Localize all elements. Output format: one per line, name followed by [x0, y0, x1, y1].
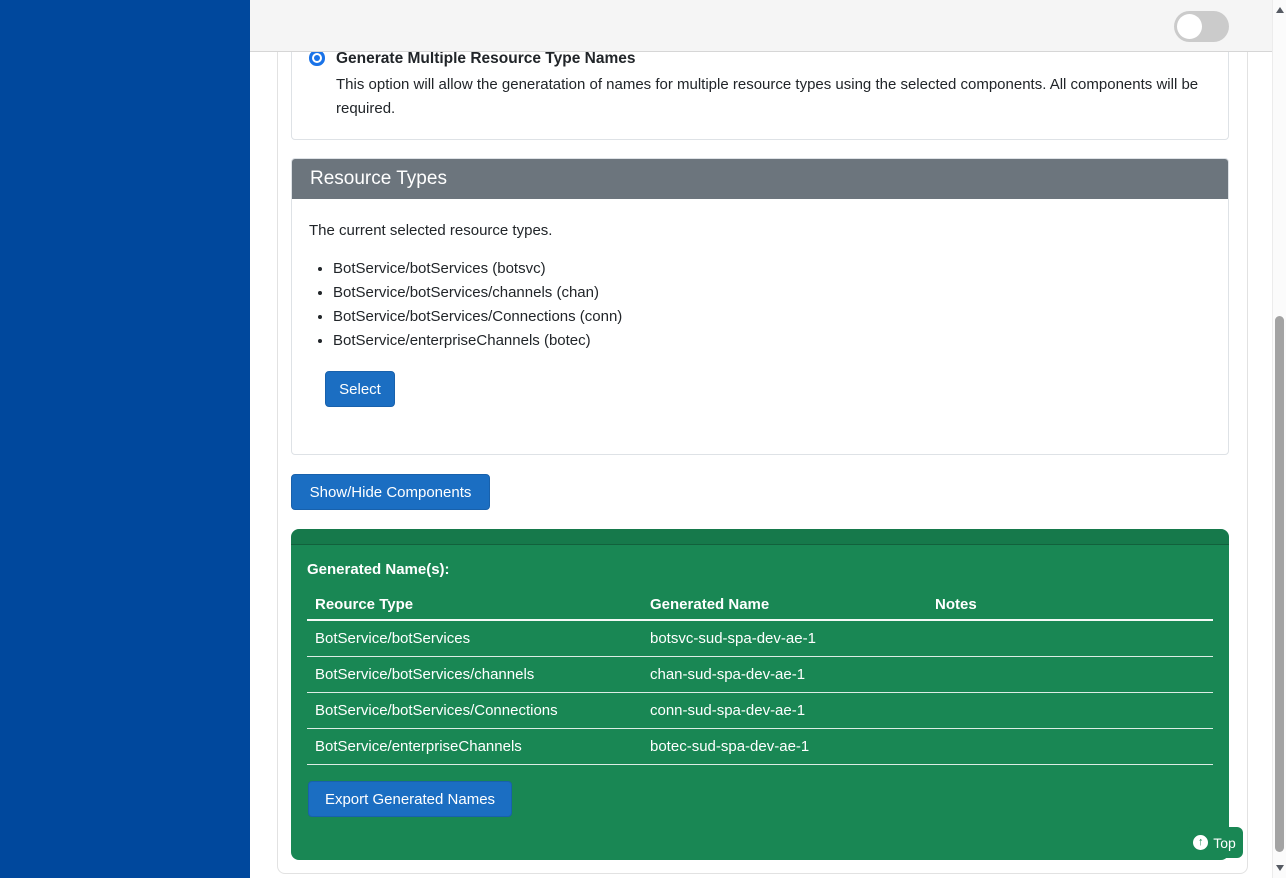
table-row: BotService/botServices botsvc-sud-spa-de… — [307, 620, 1213, 657]
select-resource-types-button[interactable]: Select — [325, 371, 395, 407]
vertical-scrollbar[interactable] — [1272, 0, 1286, 878]
cell-notes — [927, 693, 1213, 729]
multiple-resource-description: This option will allow the generatation … — [336, 73, 1208, 121]
cell-generated-name: chan-sud-spa-dev-ae-1 — [642, 657, 927, 693]
cell-notes — [927, 729, 1213, 765]
table-row: BotService/botServices/channels chan-sud… — [307, 657, 1213, 693]
list-item: BotService/enterpriseChannels (botec) — [333, 329, 1211, 353]
main-content: Generate Multiple Resource Type Names Th… — [250, 0, 1272, 878]
cell-generated-name: botsvc-sud-spa-dev-ae-1 — [642, 620, 927, 657]
toggle-knob-icon — [1177, 14, 1202, 39]
page-container-card: Generate Multiple Resource Type Names Th… — [277, 0, 1248, 874]
scrollbar-thumb[interactable] — [1275, 316, 1284, 852]
show-hide-components-button[interactable]: Show/Hide Components — [291, 474, 490, 510]
resource-types-card: Resource Types The current selected reso… — [291, 158, 1229, 455]
selected-resource-types-list: BotService/botServices (botsvc) BotServi… — [309, 257, 1211, 353]
cell-resource-type: BotService/botServices — [307, 620, 642, 657]
export-generated-names-button[interactable]: Export Generated Names — [308, 781, 512, 817]
list-item: BotService/botServices/Connections (conn… — [333, 305, 1211, 329]
cell-resource-type: BotService/botServices/Connections — [307, 693, 642, 729]
generated-names-panel: Generated Name(s): Reource Type Generate… — [291, 529, 1229, 860]
scrollbar-down-arrow-icon[interactable] — [1276, 865, 1284, 871]
cell-notes — [927, 657, 1213, 693]
generated-names-table: Reource Type Generated Name Notes BotSer… — [307, 590, 1213, 765]
generated-names-panel-header — [291, 529, 1229, 545]
list-item: BotService/botServices (botsvc) — [333, 257, 1211, 281]
resource-types-title: Resource Types — [310, 168, 447, 190]
table-row: BotService/botServices/Connections conn-… — [307, 693, 1213, 729]
scrollbar-up-arrow-icon[interactable] — [1276, 7, 1284, 13]
list-item: BotService/botServices/channels (chan) — [333, 281, 1211, 305]
column-header-notes: Notes — [927, 590, 1213, 620]
multiple-resource-radio[interactable] — [314, 55, 320, 61]
top-button-label: Top — [1213, 835, 1236, 851]
column-header-resource-type: Reource Type — [307, 590, 642, 620]
sidebar-nav — [0, 0, 250, 878]
arrow-up-circle-icon: ↑ — [1193, 835, 1208, 850]
cell-generated-name: botec-sud-spa-dev-ae-1 — [642, 729, 927, 765]
cell-generated-name: conn-sud-spa-dev-ae-1 — [642, 693, 927, 729]
cell-resource-type: BotService/botServices/channels — [307, 657, 642, 693]
theme-toggle-switch[interactable] — [1174, 11, 1229, 42]
generated-names-title: Generated Name(s): — [307, 559, 1213, 581]
table-row: BotService/enterpriseChannels botec-sud-… — [307, 729, 1213, 765]
topbar — [250, 0, 1272, 52]
table-header-row: Reource Type Generated Name Notes — [307, 590, 1213, 620]
scroll-to-top-button[interactable]: ↑ Top — [1186, 827, 1243, 858]
column-header-generated-name: Generated Name — [642, 590, 927, 620]
cell-notes — [927, 620, 1213, 657]
resource-types-card-header: Resource Types — [292, 159, 1228, 199]
cell-resource-type: BotService/enterpriseChannels — [307, 729, 642, 765]
resource-types-description: The current selected resource types. — [309, 221, 1211, 241]
